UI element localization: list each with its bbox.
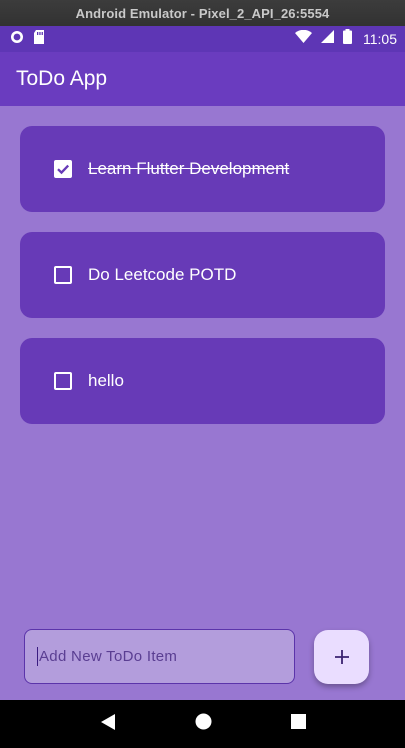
todo-checkbox[interactable]	[54, 372, 72, 390]
todo-label: Do Leetcode POTD	[88, 265, 237, 284]
todo-checkbox[interactable]	[54, 266, 72, 284]
app-bar: ToDo App	[0, 52, 405, 106]
status-time: 11:05	[363, 31, 397, 47]
todo-item[interactable]: Do Leetcode POTD	[20, 232, 385, 318]
home-button[interactable]	[195, 713, 212, 735]
plus-icon	[334, 650, 349, 664]
status-bar: 11:05	[0, 26, 405, 52]
sd-card-icon	[33, 29, 45, 49]
add-todo-placeholder: Add New ToDo Item	[39, 648, 178, 665]
wifi-icon	[295, 29, 312, 48]
todo-label: Learn Flutter Development	[88, 159, 290, 178]
back-button[interactable]	[100, 713, 116, 736]
device-screen: 11:05 ToDo App Learn Flutter Development…	[0, 26, 405, 748]
todo-item[interactable]: Learn Flutter Development	[20, 126, 385, 212]
add-todo-button[interactable]	[314, 630, 369, 684]
emulator-window-title: Android Emulator - Pixel_2_API_26:5554	[0, 0, 405, 26]
home-icon	[195, 713, 211, 730]
text-caret	[37, 647, 38, 666]
system-nav-bar	[0, 700, 405, 748]
recents-icon	[290, 714, 306, 729]
todo-item[interactable]: hello	[20, 338, 385, 424]
app-title: ToDo App	[16, 67, 108, 90]
add-todo-input[interactable]: Add New ToDo Item	[24, 629, 295, 684]
recents-button[interactable]	[290, 714, 306, 734]
checkmark-icon	[57, 164, 70, 175]
record-icon	[10, 30, 24, 49]
battery-icon	[343, 29, 352, 49]
cell-signal-icon	[321, 30, 334, 48]
back-icon	[100, 713, 115, 730]
todo-label: hello	[88, 371, 124, 390]
todo-checkbox[interactable]	[54, 160, 72, 178]
